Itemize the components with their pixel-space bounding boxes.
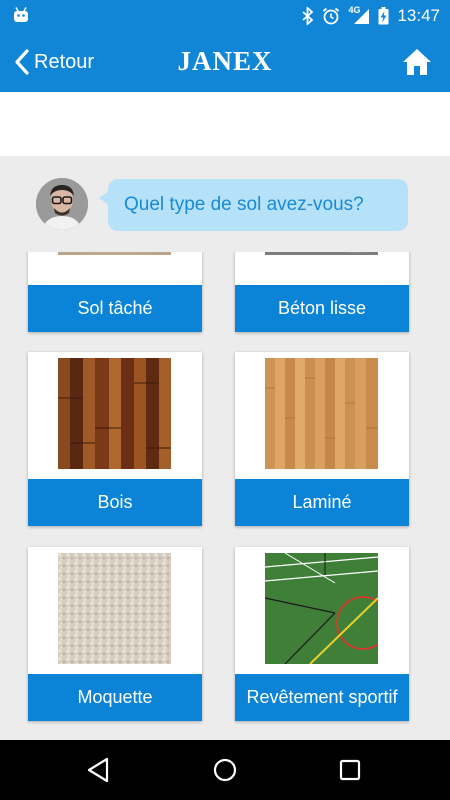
smooth-concrete-image: [265, 252, 378, 255]
carpet-image: [58, 553, 171, 664]
header-band: [0, 92, 450, 156]
laminate-image: [265, 358, 378, 469]
option-card-stained-floor[interactable]: Sol tâché: [28, 252, 202, 332]
stained-floor-image: [58, 252, 171, 255]
home-icon[interactable]: [402, 47, 432, 77]
bluetooth-icon: [302, 7, 314, 25]
status-bar: 4G 13:47: [0, 0, 450, 32]
sports-floor-image: [265, 553, 378, 664]
app-bar: Retour JANEX: [0, 32, 450, 92]
option-label: Béton lisse: [235, 285, 409, 332]
option-label: Sol tâché: [28, 285, 202, 332]
alarm-icon: [323, 7, 340, 25]
wood-planks-image: [58, 358, 171, 469]
back-button[interactable]: Retour: [14, 48, 94, 76]
option-label: Bois: [28, 479, 202, 526]
nav-recents-icon[interactable]: [335, 755, 365, 785]
battery-icon: [378, 7, 389, 25]
chevron-left-icon: [15, 49, 29, 75]
option-card-smooth-concrete[interactable]: Béton lisse: [235, 252, 409, 332]
question-text: Quel type de sol avez-vous?: [124, 194, 364, 215]
navigation-bar: [0, 740, 450, 800]
option-card-wood[interactable]: Bois: [28, 352, 202, 526]
option-label: Revêtement sportif: [235, 674, 409, 721]
nav-back-icon[interactable]: [84, 755, 114, 785]
back-label: Retour: [34, 50, 95, 73]
option-label: Moquette: [28, 674, 202, 721]
question-bubble: Quel type de sol avez-vous?: [99, 179, 408, 231]
assistant-portrait: [36, 178, 88, 230]
option-label: Laminé: [235, 479, 409, 526]
nav-home-icon[interactable]: [210, 755, 240, 785]
signal-indicator: 4G: [348, 5, 370, 25]
signal-icon: [354, 9, 370, 24]
option-card-sports-floor[interactable]: Revêtement sportif: [235, 547, 409, 721]
clock: 13:47: [397, 6, 440, 25]
option-card-laminate[interactable]: Laminé: [235, 352, 409, 526]
floor-type-grid: Sol tâché Béton lisse Bois Laminé Moquet…: [0, 252, 450, 740]
android-icon: [14, 7, 28, 22]
avatar: [36, 178, 88, 230]
option-card-carpet[interactable]: Moquette: [28, 547, 202, 721]
